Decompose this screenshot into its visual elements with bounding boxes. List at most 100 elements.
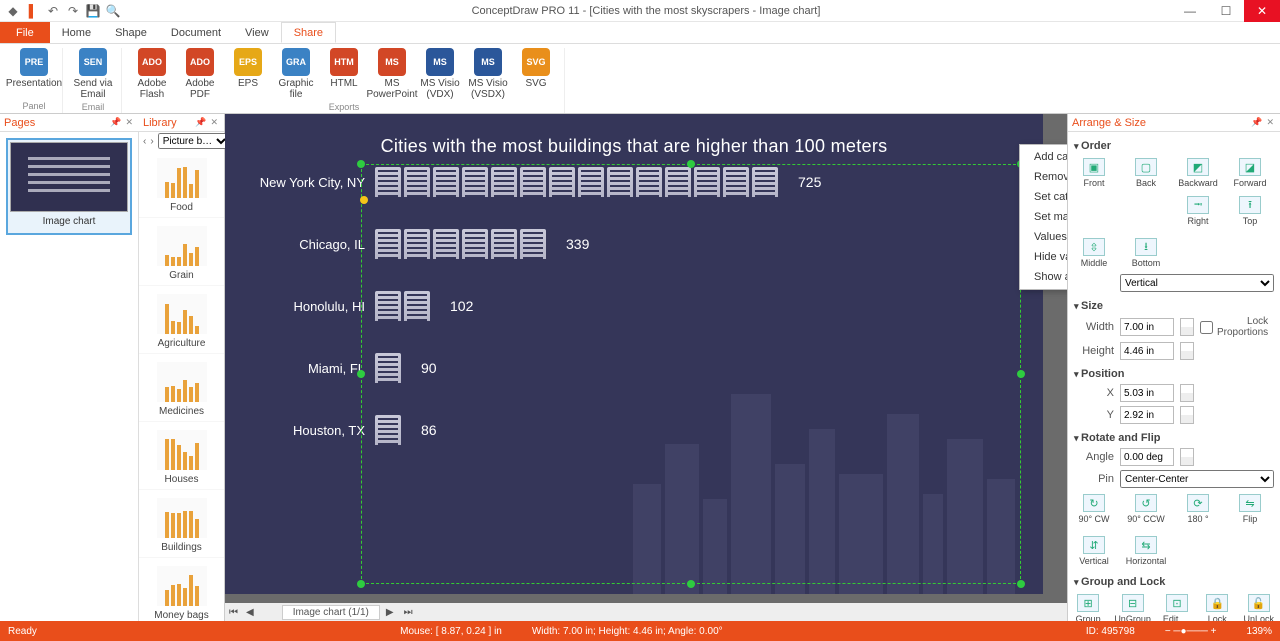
chart-category-label: Houston, TX — [235, 423, 375, 438]
flip-vertical-button[interactable]: ⇵Vertical — [1074, 536, 1114, 566]
pos-y-spinner[interactable] — [1180, 406, 1194, 424]
library-pin-icon[interactable]: 📌 — [193, 117, 208, 128]
library-item[interactable]: Houses — [139, 422, 224, 490]
ribbon-ppt-icon[interactable]: MSMS PowerPoint — [370, 48, 414, 100]
library-item[interactable]: Food — [139, 150, 224, 218]
order-back-button[interactable]: ▢Back — [1126, 158, 1166, 188]
ribbon-pdf-icon[interactable]: ADOAdobe PDF — [178, 48, 222, 100]
library-close-icon[interactable]: ✕ — [208, 117, 220, 128]
ribbon-email-icon[interactable]: SENSend via Email — [71, 48, 115, 100]
page-tab[interactable]: Image chart (1/1) — [282, 605, 380, 620]
section-size[interactable]: Size — [1074, 294, 1274, 314]
height-input[interactable] — [1120, 342, 1174, 360]
menu-view[interactable]: View — [233, 22, 281, 43]
menu-home[interactable]: Home — [50, 22, 103, 43]
library-next-icon[interactable]: › — [150, 136, 153, 147]
context-menu-item[interactable]: Remove category — [1020, 167, 1067, 187]
document-page[interactable]: Cities with the most buildings that are … — [225, 114, 1043, 594]
ungroup-button[interactable]: ⊟UnGroup — [1114, 594, 1151, 621]
ribbon-eps-icon[interactable]: EPSEPS — [226, 48, 270, 100]
ribbon-swf-icon[interactable]: ADOAdobe Flash — [130, 48, 174, 100]
align-top-button[interactable]: ⭱Top — [1230, 196, 1270, 226]
page-thumbnail[interactable]: Image chart — [6, 138, 132, 235]
arrange-close-icon[interactable]: ✕ — [1264, 117, 1276, 128]
chart-category-label: New York City, NY — [235, 175, 375, 190]
order-forward-button[interactable]: ◪Forward — [1230, 158, 1270, 188]
qat-undo-icon[interactable]: ↶ — [46, 4, 60, 18]
context-menu-item[interactable]: Hide values — [1020, 247, 1067, 267]
context-menu-item[interactable]: Set max value — [1020, 207, 1067, 227]
window-maximize-button[interactable]: ☐ — [1208, 0, 1244, 22]
ribbon-visio-icon[interactable]: MSMS Visio (VSDX) — [466, 48, 510, 100]
rotate-ccw-button[interactable]: ↺90° CCW — [1126, 494, 1166, 524]
tab-nav-prev-icon[interactable]: ◀ — [242, 607, 258, 618]
menu-document[interactable]: Document — [159, 22, 233, 43]
group-button[interactable]: ⊞Group — [1074, 594, 1102, 621]
distribute-direction-select[interactable]: Vertical — [1120, 274, 1274, 292]
qat-redo-icon[interactable]: ↷ — [66, 4, 80, 18]
angle-input[interactable] — [1120, 448, 1174, 466]
width-input[interactable] — [1120, 318, 1174, 336]
width-spinner[interactable] — [1180, 318, 1194, 336]
order-backward-button[interactable]: ◩Backward — [1178, 158, 1218, 188]
window-close-button[interactable]: ✕ — [1244, 0, 1280, 22]
qat-preview-icon[interactable]: 🔍 — [106, 4, 120, 18]
library-item[interactable]: Medicines — [139, 354, 224, 422]
building-icon — [433, 229, 459, 259]
tab-nav-next-icon[interactable]: ▶ — [380, 607, 400, 618]
lock-proportions-checkbox[interactable] — [1200, 321, 1213, 334]
lock-button[interactable]: 🔒Lock — [1203, 594, 1231, 621]
menu-file[interactable]: File — [0, 22, 50, 43]
pin-select[interactable]: Center-Center — [1120, 470, 1274, 488]
tab-nav-first-icon[interactable]: ⏮ — [225, 607, 242, 618]
context-menu-item[interactable]: Values vertical — [1020, 227, 1067, 247]
align-bottom-button[interactable]: ⭳Bottom — [1126, 238, 1166, 268]
library-item[interactable]: Money bags — [139, 558, 224, 621]
pages-close-icon[interactable]: ✕ — [123, 117, 135, 128]
building-icon — [491, 229, 517, 259]
align-middle-button[interactable]: ⇳Middle — [1074, 238, 1114, 268]
ribbon-visio-icon[interactable]: MSMS Visio (VDX) — [418, 48, 462, 100]
rotate-cw-button[interactable]: ↻90° CW — [1074, 494, 1114, 524]
qat-new-icon[interactable]: ▌ — [26, 4, 40, 18]
ribbon-presentation-icon[interactable]: PREPresentation — [12, 48, 56, 89]
qat-save-icon[interactable]: 💾 — [86, 4, 100, 18]
rotate-180-button[interactable]: ⟳180 ° — [1178, 494, 1218, 524]
context-menu-item[interactable]: Set categories number — [1020, 187, 1067, 207]
section-position[interactable]: Position — [1074, 362, 1274, 382]
library-item[interactable]: Grain — [139, 218, 224, 286]
canvas-area[interactable]: Cities with the most buildings that are … — [225, 114, 1067, 621]
align-right-button[interactable]: ⭲Right — [1178, 196, 1218, 226]
ribbon-svg-icon[interactable]: SVGSVG — [514, 48, 558, 100]
selection-handle[interactable] — [357, 580, 365, 588]
library-item[interactable]: Agriculture — [139, 286, 224, 354]
angle-spinner[interactable] — [1180, 448, 1194, 466]
section-order[interactable]: Order — [1074, 134, 1274, 154]
pos-x-spinner[interactable] — [1180, 384, 1194, 402]
ribbon-image-icon[interactable]: GRAGraphic file — [274, 48, 318, 100]
window-minimize-button[interactable]: — — [1172, 0, 1208, 22]
flip-horizontal-button[interactable]: ⇆Horizontal — [1126, 536, 1166, 566]
library-item[interactable]: Buildings — [139, 490, 224, 558]
pos-x-input[interactable] — [1120, 384, 1174, 402]
edit-group-button[interactable]: ⊡Edit Group — [1163, 594, 1191, 621]
tab-nav-last-icon[interactable]: ⏭ — [400, 607, 417, 618]
order-front-button[interactable]: ▣Front — [1074, 158, 1114, 188]
library-prev-icon[interactable]: ‹ — [143, 136, 146, 147]
pos-y-input[interactable] — [1120, 406, 1174, 424]
unlock-button[interactable]: 🔓UnLock — [1243, 594, 1274, 621]
context-menu-item[interactable]: Show axis — [1020, 267, 1067, 287]
ribbon-html-icon[interactable]: HTMHTML — [322, 48, 366, 100]
section-rotate[interactable]: Rotate and Flip — [1074, 426, 1274, 446]
arrange-pin-icon[interactable]: 📌 — [1249, 117, 1264, 128]
height-spinner[interactable] — [1180, 342, 1194, 360]
menu-shape[interactable]: Shape — [103, 22, 159, 43]
zoom-slider[interactable]: − ─●─── + — [1165, 626, 1217, 637]
library-category-select[interactable]: Picture b… — [158, 133, 230, 149]
section-group[interactable]: Group and Lock — [1074, 570, 1274, 590]
ribbon-group: SENSend via EmailEmail — [65, 48, 122, 113]
menu-share[interactable]: Share — [281, 22, 336, 43]
context-menu-item[interactable]: Add category — [1020, 147, 1067, 167]
pages-pin-icon[interactable]: 📌 — [108, 117, 123, 128]
flip-button[interactable]: ⇋Flip — [1230, 494, 1270, 524]
